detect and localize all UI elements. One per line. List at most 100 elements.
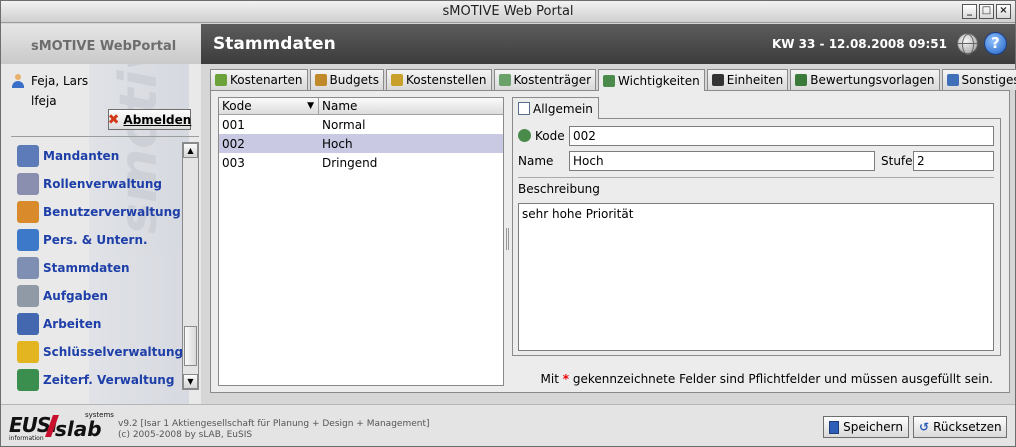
- table-row[interactable]: 003 Dringend: [219, 153, 503, 172]
- reset-label: Rücksetzen: [933, 420, 1002, 434]
- nav-label: Rollenverwaltung: [43, 177, 162, 191]
- window-controls: _ □ ×: [962, 4, 1011, 19]
- level-field[interactable]: 2: [913, 151, 994, 171]
- cost-centers-icon: [390, 74, 403, 86]
- nav-item-pers-untern[interactable]: Pers. & Untern.: [11, 226, 183, 254]
- cell-name: Dringend: [322, 155, 378, 170]
- minimize-button[interactable]: _: [962, 4, 977, 19]
- rating-templates-icon: [795, 74, 808, 86]
- tab-bewertungsvorlagen[interactable]: Bewertungsvorlagen: [790, 69, 940, 90]
- roles-icon: [17, 173, 39, 195]
- hint-prefix: Mit: [540, 372, 559, 386]
- tab-allgemein[interactable]: Allgemein: [512, 97, 599, 119]
- version-line: v9.2 [Isar 1 Aktiengesellschaft für Plan…: [118, 419, 430, 429]
- nav-scrollbar[interactable]: ▲ ▼: [182, 142, 199, 390]
- column-header-name[interactable]: Name: [319, 98, 357, 114]
- tab-panel: Kode ▼ Name 001 Normal 002 Hoch 003 Drin…: [210, 90, 1010, 393]
- copyright-line: (c) 2005-2008 by sLAB, EuSIS: [118, 430, 253, 440]
- tab-label: Wichtigkeiten: [618, 73, 700, 88]
- nav-item-arbeiten[interactable]: Arbeiten: [11, 310, 183, 338]
- master-data-tabs: Kostenarten Budgets Kostenstellen Kosten…: [210, 69, 1016, 91]
- logo-info: information: [9, 435, 44, 442]
- user-icon: [11, 74, 25, 88]
- close-button[interactable]: ×: [996, 4, 1011, 19]
- save-button[interactable]: Speichern: [823, 416, 909, 438]
- maximize-button[interactable]: □: [979, 4, 994, 19]
- column-label: Kode: [222, 99, 252, 113]
- week-date: KW 33 - 12.08.2008 09:51: [771, 37, 947, 51]
- version-info: v9.2 [Isar 1 Aktiengesellschaft für Plan…: [118, 419, 430, 441]
- column-header-kode[interactable]: Kode ▼: [219, 98, 319, 114]
- save-label: Speichern: [843, 420, 903, 434]
- nav-label: Aufgaben: [43, 289, 109, 303]
- app-window: sMOTIVE Web Portal _ □ × sMOTIVE WebPort…: [0, 0, 1016, 447]
- priority-icon: [518, 129, 531, 142]
- nav-item-stammdaten[interactable]: Stammdaten: [11, 254, 183, 282]
- cell-name: Normal: [322, 117, 366, 132]
- sidebar: smotive WEBPORTAL Feja, Lars lfeja ✖ Abm…: [1, 64, 201, 404]
- time-tracking-icon: [17, 369, 39, 391]
- main-content: Kostenarten Budgets Kostenstellen Kosten…: [210, 69, 1016, 393]
- tab-kostenstellen[interactable]: Kostenstellen: [385, 69, 492, 90]
- hint-text: gekennzeichnete Felder sind Pflichtfelde…: [572, 372, 993, 386]
- nav-label: Mandanten: [43, 149, 120, 163]
- tab-label: Bewertungsvorlagen: [810, 73, 935, 87]
- tab-label: Allgemein: [533, 101, 593, 116]
- sort-desc-icon: ▼: [307, 101, 314, 111]
- table-row[interactable]: 001 Normal: [219, 115, 503, 134]
- nav-item-benutzerverwaltung[interactable]: Benutzerverwaltung: [11, 198, 183, 226]
- brand-name: sMOTIVE WebPortal: [31, 39, 177, 54]
- cost-objects-icon: [498, 74, 511, 86]
- name-field[interactable]: Hoch: [569, 151, 875, 171]
- code-field[interactable]: 002: [569, 126, 994, 146]
- nav-label: Arbeiten: [43, 317, 102, 331]
- nav-item-rollenverwaltung[interactable]: Rollenverwaltung: [11, 170, 183, 198]
- reset-icon: ↺: [919, 420, 930, 434]
- globe-icon[interactable]: [957, 33, 978, 55]
- priorities-icon: [603, 74, 616, 87]
- description-field[interactable]: sehr hohe Priorität: [518, 203, 994, 351]
- page-title: Stammdaten: [213, 34, 336, 54]
- title-bar: sMOTIVE Web Portal _ □ ×: [1, 1, 1015, 23]
- misc-icon: [946, 74, 959, 86]
- eusis-slab-logo: EUSI slab systems information: [9, 411, 114, 442]
- tab-kostenarten[interactable]: Kostenarten: [210, 69, 308, 90]
- level-label: Stufe: [881, 154, 913, 168]
- nav-item-zeiterf-verwaltung[interactable]: Zeiterf. Verwaltung: [11, 366, 183, 394]
- tab-label: Sonstiges: [961, 73, 1016, 87]
- nav-item-schluesselverwaltung[interactable]: Schlüsselverwaltung: [11, 338, 183, 366]
- users-icon: [17, 201, 39, 223]
- priorities-table: Kode ▼ Name 001 Normal 002 Hoch 003 Drin…: [218, 97, 504, 386]
- code-label: Kode: [535, 129, 565, 143]
- tab-wichtigkeiten[interactable]: Wichtigkeiten: [598, 69, 705, 91]
- logout-button[interactable]: ✖ Abmelden: [108, 109, 191, 130]
- help-icon[interactable]: ?: [984, 32, 1007, 55]
- tab-kostentraeger[interactable]: Kostenträger: [493, 69, 597, 90]
- tab-budgets[interactable]: Budgets: [309, 69, 384, 90]
- cell-name: Hoch: [322, 136, 353, 151]
- tab-sonstiges[interactable]: Sonstiges: [941, 69, 1016, 90]
- tab-einheiten[interactable]: Einheiten: [706, 69, 789, 90]
- clients-icon: [17, 145, 39, 167]
- scroll-up-icon[interactable]: ▲: [183, 143, 198, 158]
- nav-item-aufgaben[interactable]: Aufgaben: [11, 282, 183, 310]
- table-header: Kode ▼ Name: [219, 98, 503, 115]
- description-label: Beschreibung: [518, 182, 600, 196]
- tab-label: Einheiten: [726, 73, 784, 87]
- scroll-down-icon[interactable]: ▼: [183, 374, 198, 389]
- reset-button[interactable]: ↺ Rücksetzen: [913, 416, 1007, 438]
- work-icon: [17, 313, 39, 335]
- split-handle[interactable]: [506, 228, 509, 250]
- budgets-icon: [314, 74, 327, 86]
- nav-menu: Mandanten Rollenverwaltung Benutzerverwa…: [11, 142, 183, 397]
- nav-label: Pers. & Untern.: [43, 233, 148, 247]
- scroll-thumb[interactable]: [184, 326, 197, 366]
- nav-label: Zeiterf. Verwaltung: [43, 373, 175, 387]
- keys-icon: [17, 341, 39, 363]
- table-row-selected[interactable]: 002 Hoch: [219, 134, 503, 153]
- tab-label: Budgets: [329, 73, 379, 87]
- user-name: Feja, Lars: [31, 74, 89, 88]
- save-icon: [829, 420, 840, 434]
- units-icon: [711, 74, 724, 86]
- nav-item-mandanten[interactable]: Mandanten: [11, 142, 183, 170]
